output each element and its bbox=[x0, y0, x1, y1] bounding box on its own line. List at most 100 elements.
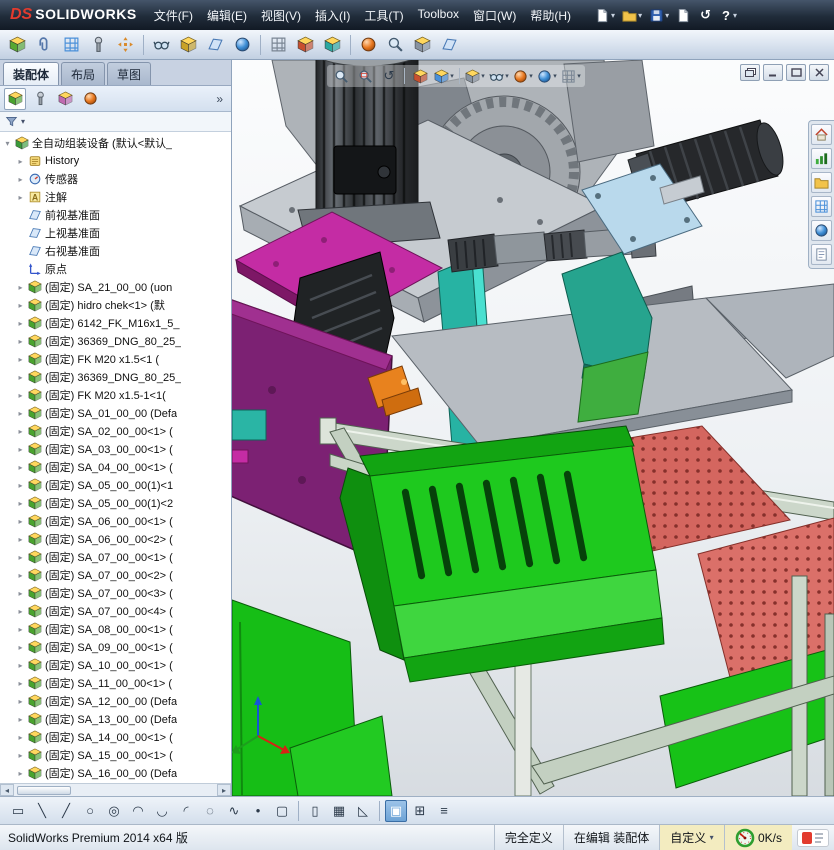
expand-arrow-icon[interactable]: ▸ bbox=[16, 589, 25, 598]
apply-scene-button[interactable]: ▾ bbox=[536, 66, 558, 86]
tree-horizontal-scrollbar[interactable]: ◂ ▸ bbox=[0, 783, 231, 796]
restore-window-button[interactable] bbox=[786, 64, 806, 81]
tree-item-component[interactable]: ▸(固定) FK M20 x1.5-1<1( bbox=[0, 386, 231, 404]
displaymanager-tab[interactable] bbox=[79, 88, 101, 110]
undo-button[interactable]: ↺ bbox=[695, 5, 716, 25]
grid-snap-button[interactable]: ▦ bbox=[328, 800, 350, 822]
expand-arrow-icon[interactable]: ▸ bbox=[16, 481, 25, 490]
zoom-fit-button[interactable] bbox=[330, 66, 352, 86]
expand-arrow-icon[interactable]: ▸ bbox=[16, 697, 25, 706]
centerline-button[interactable]: ╱ bbox=[55, 800, 77, 822]
move-component-button[interactable] bbox=[113, 32, 138, 57]
expand-arrow-icon[interactable]: ▸ bbox=[16, 193, 25, 202]
tree-item-component[interactable]: ▸(固定) SA_16_00_00 (Defa bbox=[0, 764, 231, 782]
scroll-right-icon[interactable]: ▸ bbox=[217, 784, 231, 796]
view-settings-button[interactable]: ▾ bbox=[560, 66, 582, 86]
help-button[interactable]: ?▾ bbox=[717, 6, 740, 25]
pane-overflow-button[interactable]: » bbox=[212, 92, 227, 106]
previous-view-button[interactable]: ↺ bbox=[378, 66, 400, 86]
expand-arrow-icon[interactable]: ▸ bbox=[16, 337, 25, 346]
edit-appearance-button[interactable]: ▾ bbox=[512, 66, 534, 86]
solidworks-resources-tab[interactable] bbox=[811, 124, 832, 145]
tree-item-annotations[interactable]: ▸注解 bbox=[0, 188, 231, 206]
mass-properties-button[interactable] bbox=[410, 32, 435, 57]
scroll-left-icon[interactable]: ◂ bbox=[0, 784, 14, 796]
tree-item-component[interactable]: ▸(固定) SA_07_00_00<3> ( bbox=[0, 584, 231, 602]
tab-sketch[interactable]: 草图 bbox=[107, 62, 151, 85]
measure-button[interactable] bbox=[383, 32, 408, 57]
expand-arrow-icon[interactable]: ▸ bbox=[16, 661, 25, 670]
open-button[interactable]: ▾ bbox=[619, 6, 645, 25]
tree-item-component[interactable]: ▸(固定) SA_14_00_00<1> ( bbox=[0, 728, 231, 746]
save-button[interactable]: ▾ bbox=[646, 6, 672, 25]
tree-item-component[interactable]: ▸(固定) SA_11_00_00<1> ( bbox=[0, 674, 231, 692]
tree-item-component[interactable]: ▸(固定) SA_15_00_00<1> ( bbox=[0, 746, 231, 764]
expand-arrow-icon[interactable]: ▸ bbox=[16, 625, 25, 634]
expand-arrow-icon[interactable]: ▾ bbox=[3, 139, 12, 148]
point-button[interactable]: • bbox=[247, 800, 269, 822]
tree-item-origin[interactable]: 原点 bbox=[0, 260, 231, 278]
status-custom-dropdown[interactable]: 自定义 ▾ bbox=[659, 825, 723, 850]
expand-arrow-icon[interactable]: ▸ bbox=[16, 427, 25, 436]
print-button[interactable] bbox=[673, 6, 694, 25]
display-grid-button[interactable]: ≡ bbox=[433, 800, 455, 822]
reference-geometry-button[interactable] bbox=[203, 32, 228, 57]
view-orientation-button[interactable]: ▾ bbox=[433, 66, 455, 86]
corner-rectangle-button[interactable]: ▢ bbox=[271, 800, 293, 822]
expand-arrow-icon[interactable]: ▸ bbox=[16, 607, 25, 616]
custom-properties-tab[interactable] bbox=[811, 244, 832, 265]
tree-item-component[interactable]: ▸(固定) SA_05_00_00(1)<1 bbox=[0, 476, 231, 494]
display-style-button[interactable]: ▾ bbox=[464, 66, 486, 86]
menu-toolbox[interactable]: Toolbox bbox=[411, 3, 466, 28]
mate-button[interactable] bbox=[32, 32, 57, 57]
expand-arrow-icon[interactable]: ▸ bbox=[16, 355, 25, 364]
tree-item-component[interactable]: ▸(固定) SA_07_00_00<4> ( bbox=[0, 602, 231, 620]
tree-item-component[interactable]: ▸(固定) SA_03_00_00<1> ( bbox=[0, 440, 231, 458]
model-chute[interactable] bbox=[340, 426, 664, 682]
polygon-button[interactable]: ◺ bbox=[352, 800, 374, 822]
expand-arrow-icon[interactable]: ▸ bbox=[16, 553, 25, 562]
expand-arrow-icon[interactable]: ▸ bbox=[16, 445, 25, 454]
tree-item-component[interactable]: ▸(固定) SA_12_00_00 (Defa bbox=[0, 692, 231, 710]
tree-root[interactable]: ▾全自动组装设备 (默认<默认_ bbox=[0, 134, 231, 152]
smart-fasteners-button[interactable] bbox=[86, 32, 111, 57]
expand-arrow-icon[interactable]: ▸ bbox=[16, 733, 25, 742]
appearances-tab[interactable] bbox=[811, 220, 832, 241]
expand-arrow-icon[interactable]: ▸ bbox=[16, 571, 25, 580]
expand-arrow-icon[interactable]: ▸ bbox=[16, 535, 25, 544]
spline-button[interactable]: ∿ bbox=[223, 800, 245, 822]
tree-item-history[interactable]: ▸History bbox=[0, 152, 231, 170]
expand-arrow-icon[interactable]: ▸ bbox=[16, 517, 25, 526]
tree-item-component[interactable]: ▸(固定) hidro chek<1> (默 bbox=[0, 296, 231, 314]
menu-file[interactable]: 文件(F) bbox=[147, 3, 200, 28]
zoom-area-button[interactable] bbox=[354, 66, 376, 86]
tree-item-top-plane[interactable]: 上视基准面 bbox=[0, 224, 231, 242]
tree-item-component[interactable]: ▸(固定) SA_13_00_00 (Defa bbox=[0, 710, 231, 728]
menu-edit[interactable]: 编辑(E) bbox=[200, 3, 254, 28]
expand-arrow-icon[interactable]: ▸ bbox=[16, 157, 25, 166]
expand-arrow-icon[interactable]: ▸ bbox=[16, 301, 25, 310]
minimize-window-button[interactable] bbox=[763, 64, 783, 81]
3d-model-scene[interactable] bbox=[232, 60, 834, 796]
section-view-button[interactable] bbox=[437, 32, 462, 57]
expand-arrow-icon[interactable]: ▸ bbox=[16, 751, 25, 760]
hide-show-items-button[interactable]: ▾ bbox=[488, 66, 510, 86]
configurationmanager-tab[interactable] bbox=[54, 88, 76, 110]
circle-button[interactable]: ○ bbox=[79, 800, 101, 822]
ellipse-button[interactable]: ◌ bbox=[199, 800, 221, 822]
bom-button[interactable] bbox=[266, 32, 291, 57]
tree-item-component[interactable]: ▸(固定) 36369_DNG_80_25_ bbox=[0, 332, 231, 350]
design-library-tab[interactable] bbox=[811, 148, 832, 169]
expand-arrow-icon[interactable]: ▸ bbox=[16, 175, 25, 184]
tree-item-component[interactable]: ▸(固定) 6142_FK_M16x1_5_ bbox=[0, 314, 231, 332]
tray-widget[interactable] bbox=[797, 829, 829, 847]
section-view-button[interactable] bbox=[409, 66, 431, 86]
shaded-sketch-contours-button[interactable]: ▣ bbox=[385, 800, 407, 822]
graphics-area[interactable]: ↺ ▾ ▾ ▾ ▾ ▾ ▾ bbox=[232, 60, 834, 796]
exploded-view-button[interactable] bbox=[293, 32, 318, 57]
expand-arrow-icon[interactable]: ▸ bbox=[16, 283, 25, 292]
file-explorer-tab[interactable] bbox=[811, 172, 832, 193]
menu-insert[interactable]: 插入(I) bbox=[308, 3, 357, 28]
tree-item-component[interactable]: ▸(固定) SA_06_00_00<2> ( bbox=[0, 530, 231, 548]
scrollbar-thumb[interactable] bbox=[17, 786, 71, 795]
